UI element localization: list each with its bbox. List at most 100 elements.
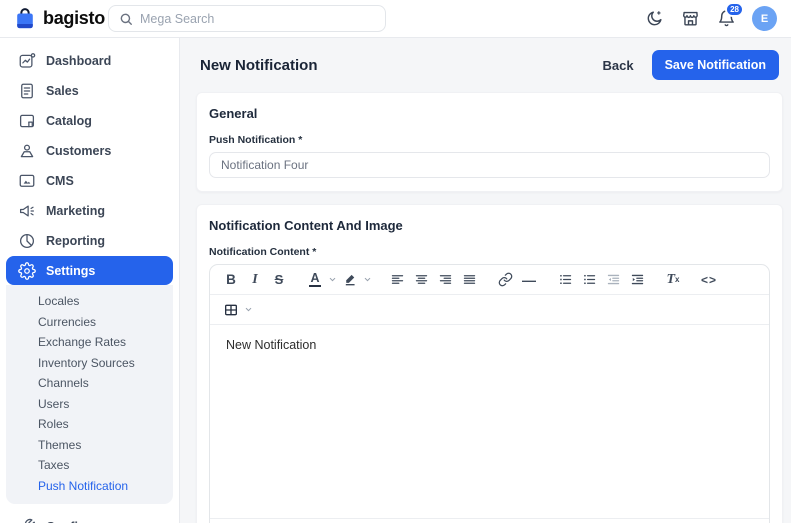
strikethrough-button[interactable]: S bbox=[267, 268, 291, 292]
notification-content-card: Notification Content And Image Notificat… bbox=[196, 204, 783, 523]
push-notification-title-input[interactable] bbox=[209, 152, 770, 178]
top-bar: bagisto bbox=[0, 0, 791, 38]
marketing-icon bbox=[18, 202, 36, 220]
topbar-actions: 28 E bbox=[644, 6, 777, 31]
save-notification-button[interactable]: Save Notification bbox=[652, 50, 779, 80]
sidebar-item-dashboard[interactable]: Dashboard bbox=[6, 46, 173, 76]
link-button[interactable] bbox=[493, 268, 517, 292]
settings-gear-icon bbox=[18, 262, 36, 280]
shopping-bag-logo-icon bbox=[14, 7, 36, 31]
sidebar-item-marketing[interactable]: Marketing bbox=[6, 196, 173, 226]
settings-submenu: Locales Currencies Exchange Rates Invent… bbox=[6, 285, 173, 504]
catalog-icon bbox=[18, 112, 36, 130]
dark-mode-moon-icon[interactable] bbox=[644, 9, 664, 29]
toolbar-group-lists bbox=[553, 268, 649, 292]
customers-icon bbox=[18, 142, 36, 160]
clear-formatting-button[interactable]: Tx bbox=[661, 268, 685, 292]
submenu-item-themes[interactable]: Themes bbox=[6, 435, 173, 456]
editor-content-area[interactable]: New Notification bbox=[210, 325, 769, 518]
table-button[interactable] bbox=[219, 298, 243, 322]
submenu-item-roles[interactable]: Roles bbox=[6, 414, 173, 435]
toolbar-group-colors: A bbox=[303, 268, 373, 292]
sidebar-item-label: Marketing bbox=[46, 204, 105, 218]
submenu-item-locales[interactable]: Locales bbox=[6, 291, 173, 312]
sidebar-item-configure[interactable]: Configure bbox=[6, 512, 173, 523]
highlight-color-button[interactable] bbox=[338, 268, 362, 292]
outdent-button[interactable] bbox=[601, 268, 625, 292]
push-notification-label: Push Notification * bbox=[209, 134, 770, 146]
sidebar-item-label: Settings bbox=[46, 264, 95, 278]
sidebar-item-label: Sales bbox=[46, 84, 79, 98]
page-title: New Notification bbox=[200, 57, 318, 74]
search-icon bbox=[119, 12, 133, 26]
reporting-icon bbox=[18, 232, 36, 250]
submenu-item-inventory-sources[interactable]: Inventory Sources bbox=[6, 353, 173, 374]
main-content: New Notification Back Save Notification … bbox=[180, 38, 791, 523]
sidebar-item-label: Dashboard bbox=[46, 54, 111, 68]
back-button[interactable]: Back bbox=[603, 58, 634, 73]
text-color-chevron-down-icon[interactable] bbox=[327, 268, 338, 292]
sidebar-item-settings[interactable]: Settings bbox=[6, 256, 173, 285]
ordered-list-button[interactable] bbox=[553, 268, 577, 292]
editor-paragraph: New Notification bbox=[226, 338, 753, 352]
general-card-title: General bbox=[209, 106, 770, 121]
page-actions: Back Save Notification bbox=[603, 50, 780, 80]
toolbar-group-align bbox=[385, 268, 481, 292]
notifications-bell[interactable]: 28 bbox=[716, 9, 736, 29]
align-center-button[interactable] bbox=[409, 268, 433, 292]
toolbar-group-table bbox=[219, 298, 254, 322]
rich-text-editor: B I S A bbox=[209, 264, 770, 523]
logo-text: bagisto bbox=[43, 8, 105, 29]
sales-icon bbox=[18, 82, 36, 100]
submenu-item-exchange-rates[interactable]: Exchange Rates bbox=[6, 332, 173, 353]
submenu-item-push-notification[interactable]: Push Notification bbox=[6, 476, 173, 497]
align-justify-button[interactable] bbox=[457, 268, 481, 292]
align-right-button[interactable] bbox=[433, 268, 457, 292]
editor-status-bar: p 2 words tiny bbox=[210, 518, 769, 523]
submenu-item-currencies[interactable]: Currencies bbox=[6, 312, 173, 333]
editor-toolbar-row-2 bbox=[210, 295, 769, 325]
sidebar-item-label: Customers bbox=[46, 144, 111, 158]
bagisto-logo[interactable]: bagisto bbox=[14, 7, 108, 31]
sidebar-item-reporting[interactable]: Reporting bbox=[6, 226, 173, 256]
submenu-item-users[interactable]: Users bbox=[6, 394, 173, 415]
table-chevron-down-icon[interactable] bbox=[243, 298, 254, 322]
bold-button[interactable]: B bbox=[219, 268, 243, 292]
toolbar-group-clear: Tx bbox=[661, 268, 685, 292]
sidebar-item-cms[interactable]: CMS bbox=[6, 166, 173, 196]
cms-icon bbox=[18, 172, 36, 190]
align-left-button[interactable] bbox=[385, 268, 409, 292]
source-code-button[interactable]: <> bbox=[697, 268, 721, 292]
editor-toolbar-row-1: B I S A bbox=[210, 265, 769, 295]
sidebar-item-label: Catalog bbox=[46, 114, 92, 128]
sidebar-item-label: Reporting bbox=[46, 234, 105, 248]
sidebar-item-label: CMS bbox=[46, 174, 74, 188]
text-color-button[interactable]: A bbox=[303, 268, 327, 292]
app-root: bagisto bbox=[0, 0, 791, 523]
sidebar-item-catalog[interactable]: Catalog bbox=[6, 106, 173, 136]
user-avatar[interactable]: E bbox=[752, 6, 777, 31]
horizontal-rule-button[interactable]: — bbox=[517, 268, 541, 292]
toolbar-group-code: <> bbox=[697, 268, 721, 292]
indent-button[interactable] bbox=[625, 268, 649, 292]
highlight-color-chevron-down-icon[interactable] bbox=[362, 268, 373, 292]
storefront-icon[interactable] bbox=[680, 9, 700, 29]
sidebar: Dashboard Sales Catalog bbox=[0, 38, 180, 523]
notification-content-label: Notification Content * bbox=[209, 246, 770, 258]
sidebar-item-customers[interactable]: Customers bbox=[6, 136, 173, 166]
wrench-icon bbox=[18, 518, 36, 523]
sidebar-item-sales[interactable]: Sales bbox=[6, 76, 173, 106]
italic-button[interactable]: I bbox=[243, 268, 267, 292]
submenu-item-taxes[interactable]: Taxes bbox=[6, 455, 173, 476]
toolbar-group-insert: — bbox=[493, 268, 541, 292]
general-card: General Push Notification * bbox=[196, 92, 783, 192]
search-input[interactable] bbox=[140, 12, 375, 26]
notification-count-badge: 28 bbox=[725, 2, 744, 17]
submenu-item-channels[interactable]: Channels bbox=[6, 373, 173, 394]
toolbar-group-basic: B I S bbox=[219, 268, 291, 292]
content-card-title: Notification Content And Image bbox=[209, 218, 770, 233]
bullet-list-button[interactable] bbox=[577, 268, 601, 292]
mega-search[interactable] bbox=[108, 5, 386, 32]
page-header: New Notification Back Save Notification bbox=[196, 48, 783, 92]
dashboard-icon bbox=[18, 52, 36, 70]
